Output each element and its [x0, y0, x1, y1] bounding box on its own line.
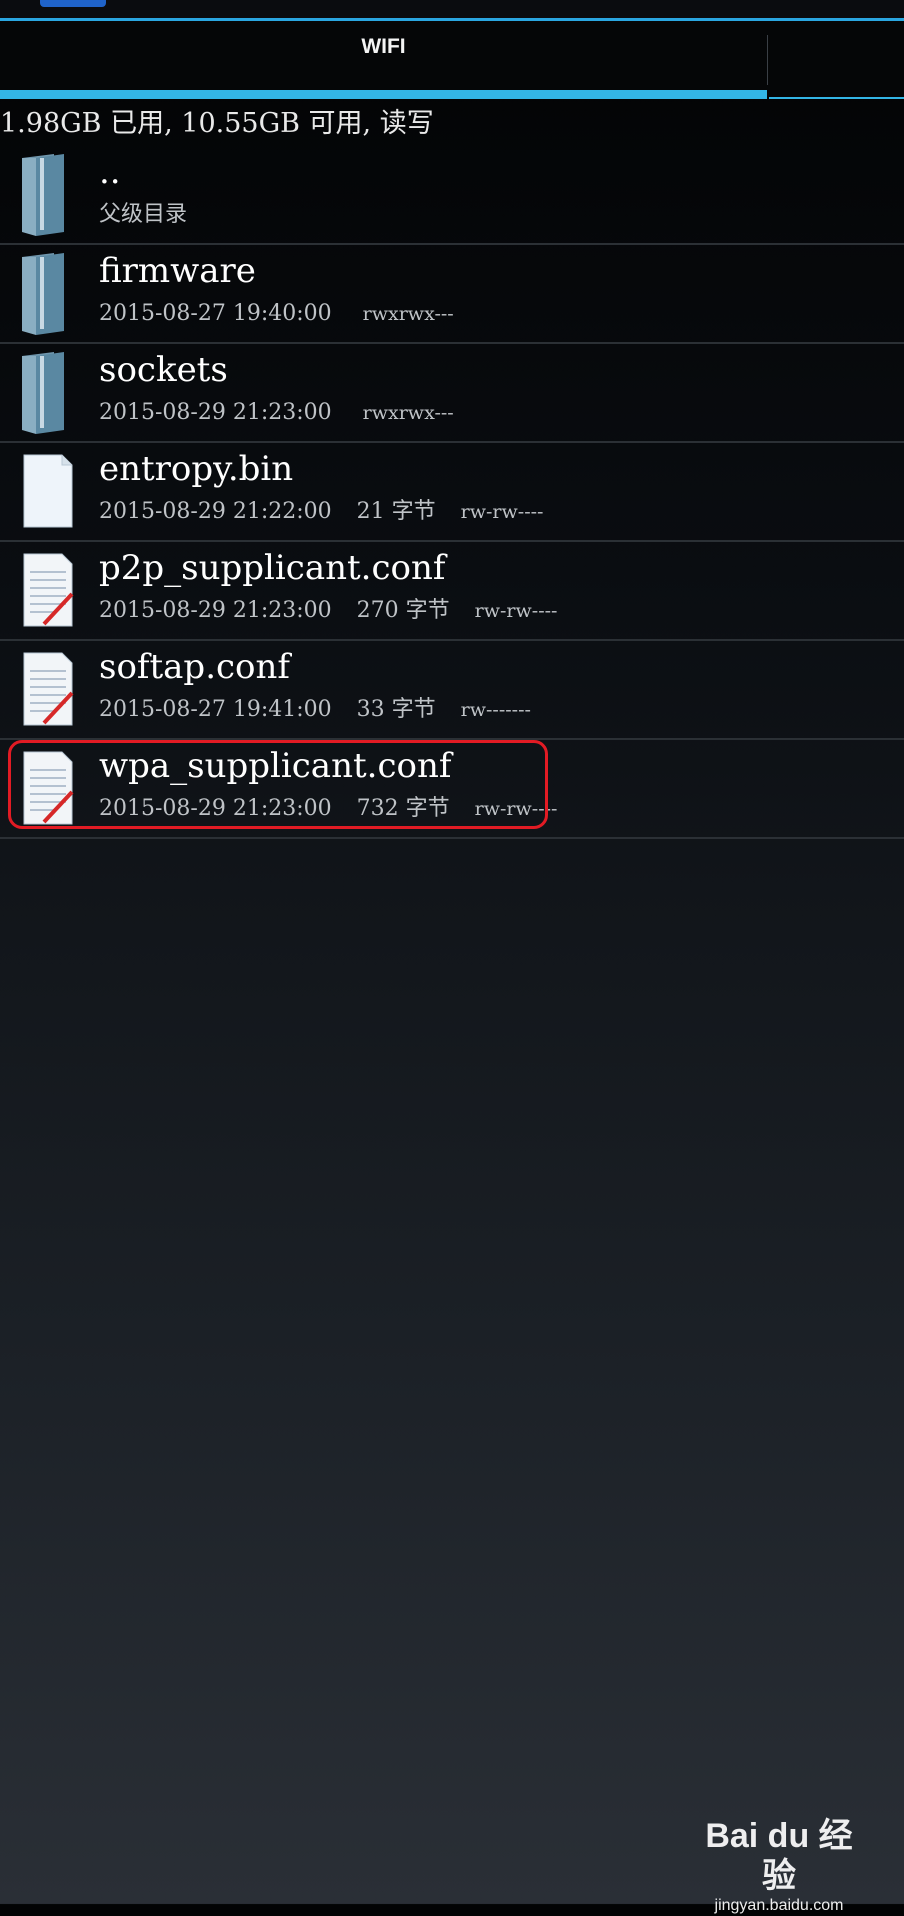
file-name: firmware — [99, 251, 256, 291]
list-item-p2p-supplicant-conf[interactable]: p2p_supplicant.conf 2015-08-29 21:23:00 … — [0, 542, 904, 641]
file-permissions: rw-rw---- — [460, 501, 544, 523]
folder-icon — [22, 154, 64, 236]
watermark-brand: Bai du 经验 — [705, 1817, 853, 1895]
file-permissions: rw------- — [460, 699, 531, 721]
file-meta: 2015-08-27 19:41:00 33 字节 rw------- — [99, 695, 555, 725]
status-strip — [0, 0, 904, 21]
list-item-softap-conf[interactable]: softap.conf 2015-08-27 19:41:00 33 字节 rw… — [0, 641, 904, 740]
file-name: sockets — [99, 350, 228, 390]
parent-directory-label: 父级目录 — [99, 202, 188, 227]
file-meta: 父级目录 — [99, 200, 211, 230]
file-name: .. — [99, 152, 121, 192]
file-date: 2015-08-27 19:41:00 — [99, 697, 332, 722]
tab-bar: WIFI — [0, 21, 904, 99]
file-size: 33 字节 — [356, 697, 436, 722]
baidu-jingyan-watermark: Bai du 经验 jingyan.baidu.com — [694, 1816, 864, 1914]
list-item-parent-directory[interactable]: .. 父级目录 — [0, 146, 904, 245]
tab-indicator — [0, 90, 767, 99]
file-list: .. 父级目录 firmware 2015-08-27 19:40:00 rwx… — [0, 146, 904, 839]
text-file-icon — [23, 553, 74, 627]
tab-next[interactable] — [769, 21, 904, 99]
file-date: 2015-08-29 21:22:00 — [99, 499, 332, 524]
tab-wifi[interactable]: WIFI — [0, 21, 767, 99]
file-size: 270 字节 — [356, 598, 450, 623]
file-meta: 2015-08-27 19:40:00 rwxrwx--- — [99, 299, 478, 329]
file-name: softap.conf — [99, 647, 291, 687]
file-meta: 2015-08-29 21:23:00 270 字节 rw-rw---- — [99, 596, 581, 626]
file-permissions: rw-rw---- — [474, 600, 558, 622]
file-date: 2015-08-29 21:23:00 — [99, 598, 332, 623]
tab-underline — [769, 97, 904, 99]
file-permissions: rwxrwx--- — [362, 303, 454, 325]
list-item-entropy-bin[interactable]: entropy.bin 2015-08-29 21:22:00 21 字节 rw… — [0, 443, 904, 542]
file-size: 21 字节 — [356, 499, 436, 524]
text-file-icon — [23, 652, 74, 726]
file-date: 2015-08-27 19:40:00 — [99, 301, 332, 326]
file-name: entropy.bin — [99, 449, 294, 489]
app-icon — [40, 0, 106, 7]
folder-icon — [22, 352, 64, 434]
tab-wifi-label: WIFI — [361, 35, 406, 58]
highlight-annotation — [8, 740, 548, 829]
file-meta: 2015-08-29 21:23:00 rwxrwx--- — [99, 398, 478, 428]
file-name: p2p_supplicant.conf — [99, 548, 446, 588]
file-meta: 2015-08-29 21:22:00 21 字节 rw-rw---- — [99, 497, 567, 527]
watermark-url: jingyan.baidu.com — [714, 1897, 844, 1914]
tab-divider — [767, 35, 768, 85]
list-item-firmware[interactable]: firmware 2015-08-27 19:40:00 rwxrwx--- — [0, 245, 904, 344]
storage-info: 1.98GB 已用, 10.55GB 可用, 读写 — [0, 108, 434, 139]
blank-file-icon — [23, 454, 73, 528]
folder-icon — [22, 253, 64, 335]
file-date: 2015-08-29 21:23:00 — [99, 400, 332, 425]
list-item-sockets[interactable]: sockets 2015-08-29 21:23:00 rwxrwx--- — [0, 344, 904, 443]
file-permissions: rwxrwx--- — [362, 402, 454, 424]
